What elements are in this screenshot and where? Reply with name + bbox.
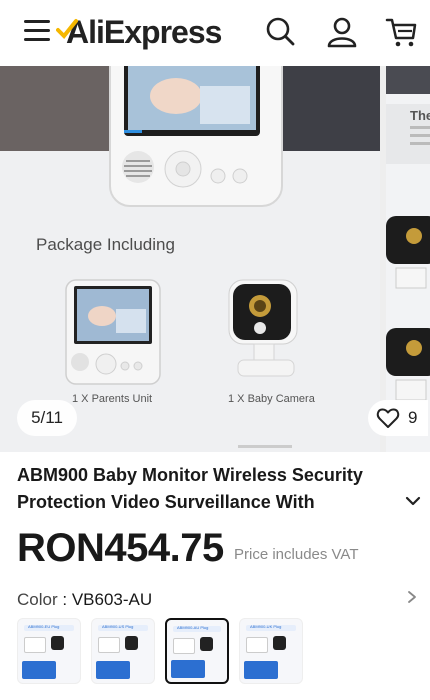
top-header: AliExpress (0, 0, 430, 66)
color-selector-row[interactable]: Color : VB603-AU (17, 590, 152, 610)
next-slide-text: The (410, 108, 430, 123)
chevron-right-icon[interactable] (404, 587, 420, 607)
product-image-gallery[interactable]: Package Including 1 X Parents Unit 1 X B… (0, 66, 430, 452)
color-option-eu[interactable]: ABM900-EU Plug (17, 618, 81, 684)
product-image-slide[interactable]: Package Including 1 X Parents Unit 1 X B… (0, 66, 380, 452)
baby-camera-caption: 1 X Baby Camera (228, 393, 316, 405)
wishlist-button[interactable]: 9 (368, 400, 428, 436)
package-heading: Package Including (36, 235, 175, 254)
cart-icon[interactable] (384, 14, 420, 50)
image-counter: 5/11 (17, 400, 77, 436)
account-icon[interactable] (324, 14, 360, 50)
logo-swoosh-icon (56, 19, 78, 39)
color-options: ABM900-EU Plug ABM900-US Plug ABM900-AU … (17, 618, 303, 684)
next-slide-preview[interactable]: The (386, 66, 430, 452)
menu-icon[interactable] (22, 16, 54, 46)
color-option-uk[interactable]: ABM900-UK Plug (239, 618, 303, 684)
chevron-down-icon[interactable] (402, 490, 424, 512)
heart-icon (376, 408, 400, 428)
wishlist-count: 9 (408, 408, 418, 427)
search-icon[interactable] (262, 14, 298, 50)
product-price: RON454.75 (17, 526, 224, 570)
image-counter-text: 5/11 (31, 408, 63, 427)
aliexpress-logo[interactable]: AliExpress (56, 12, 222, 52)
color-selected-value: VB603-AU (71, 590, 153, 609)
vat-note: Price includes VAT (234, 546, 359, 563)
parents-unit-caption: 1 X Parents Unit (72, 393, 152, 405)
color-option-au-selected[interactable]: ABM900-AU Plug (165, 618, 229, 684)
product-title: ABM900 Baby Monitor Wireless Security Pr… (17, 465, 363, 512)
color-label: Color (17, 590, 58, 609)
color-option-us[interactable]: ABM900-US Plug (91, 618, 155, 684)
